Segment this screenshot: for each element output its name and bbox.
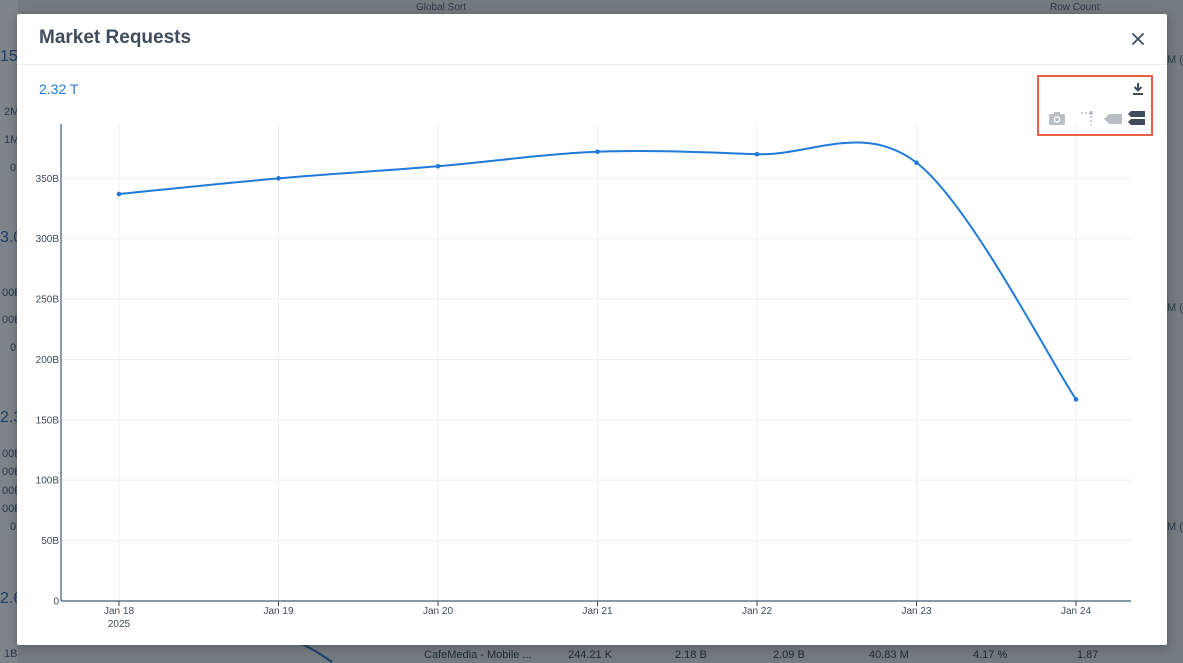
bg-label: 0	[10, 162, 17, 174]
y-tick-label: 200B	[36, 355, 60, 366]
y-tick-label: 300B	[36, 234, 60, 245]
x-tick-label: Jan 18	[104, 606, 134, 617]
bg-cell: 1.87	[1077, 649, 1099, 661]
bg-cell: CafeMedia - Mobile ...	[424, 649, 532, 661]
y-tick-label: 100B	[36, 476, 60, 487]
x-year-label: 2025	[108, 619, 131, 630]
background-table-row: CafeMedia - Mobile ... 244.21 K 2.18 B 2…	[0, 646, 1183, 663]
y-tick-label: 50B	[41, 536, 59, 547]
x-tick-label: Jan 24	[1061, 606, 1091, 617]
line-chart: 050B100B150B200B250B300B350B Jan 18 Jan 1…	[36, 124, 1131, 630]
chart-modal: Market Requests 2.32 T 0 50B 100B 150B 200B 2…	[17, 14, 1167, 645]
y-tick-label: 0	[53, 597, 59, 608]
x-tick-label: Jan 19	[263, 606, 293, 617]
x-tick-label: Jan 22	[742, 606, 772, 617]
data-point	[276, 176, 281, 181]
data-point	[116, 191, 122, 197]
data-point	[754, 151, 760, 157]
chart-grid	[61, 124, 1131, 601]
hover-closest-icon	[1104, 114, 1122, 124]
camera-icon	[1049, 112, 1065, 125]
camera-button[interactable]	[1048, 110, 1066, 131]
hover-closest-button[interactable]	[1103, 112, 1123, 130]
bg-cell: 2.18 B	[675, 649, 707, 661]
x-tick-label: Jan 20	[423, 606, 453, 617]
bg-cell: 244.21 K	[568, 649, 613, 661]
bg-label: M (	[1167, 521, 1183, 533]
hover-compare-button[interactable]	[1127, 109, 1147, 132]
bg-label: M (	[1167, 302, 1183, 314]
bg-label: M (	[1167, 54, 1183, 66]
compare-data-button[interactable]	[1079, 110, 1095, 131]
bg-cell: 40.83 M	[869, 649, 909, 661]
bg-cell: 2.09 B	[773, 649, 805, 661]
data-point	[914, 160, 919, 165]
chart-axes	[60, 124, 1131, 606]
data-point	[1073, 397, 1079, 402]
bg-label: 0	[10, 521, 17, 533]
y-tick-label: 350B	[36, 174, 60, 185]
x-tick-label: Jan 21	[582, 606, 612, 617]
download-button[interactable]	[1131, 82, 1145, 101]
chart-toolbar	[1037, 75, 1153, 136]
data-point	[595, 149, 600, 155]
bg-label: Global Sort	[416, 2, 467, 13]
x-axis-ticks: Jan 18 Jan 19 Jan 20 Jan 21 Jan 22 Jan 23 Jan …	[104, 606, 1091, 630]
background-left-panel	[0, 0, 18, 663]
bg-cell: 4.17 %	[973, 649, 1008, 661]
y-axis-ticks: 0 50B 100B 150B 200B 250B 300B 350B	[36, 174, 60, 608]
bg-label: Row Count:	[1050, 2, 1103, 13]
hover-compare-icon	[1128, 111, 1145, 125]
data-point	[435, 163, 441, 169]
compare-data-icon	[1081, 111, 1093, 125]
y-tick-label: 150B	[36, 415, 60, 426]
bg-label: 0	[10, 342, 17, 354]
x-tick-label: Jan 23	[901, 606, 931, 617]
download-icon	[1133, 83, 1143, 95]
y-tick-label: 250B	[36, 295, 60, 306]
